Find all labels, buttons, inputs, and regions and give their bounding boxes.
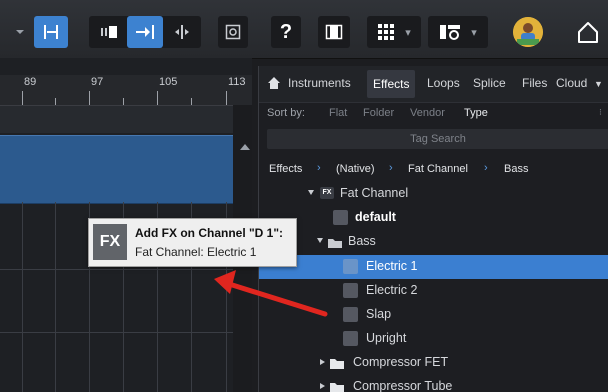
tooltip-subtitle: Fat Channel: Electric 1: [135, 245, 257, 259]
tooltip-title: Add FX on Channel "D 1":: [135, 226, 284, 240]
drag-tooltip: FX Add FX on Channel "D 1": Fat Channel:…: [88, 218, 297, 267]
fx-icon: FX: [93, 224, 127, 260]
red-arrow: [214, 270, 328, 317]
